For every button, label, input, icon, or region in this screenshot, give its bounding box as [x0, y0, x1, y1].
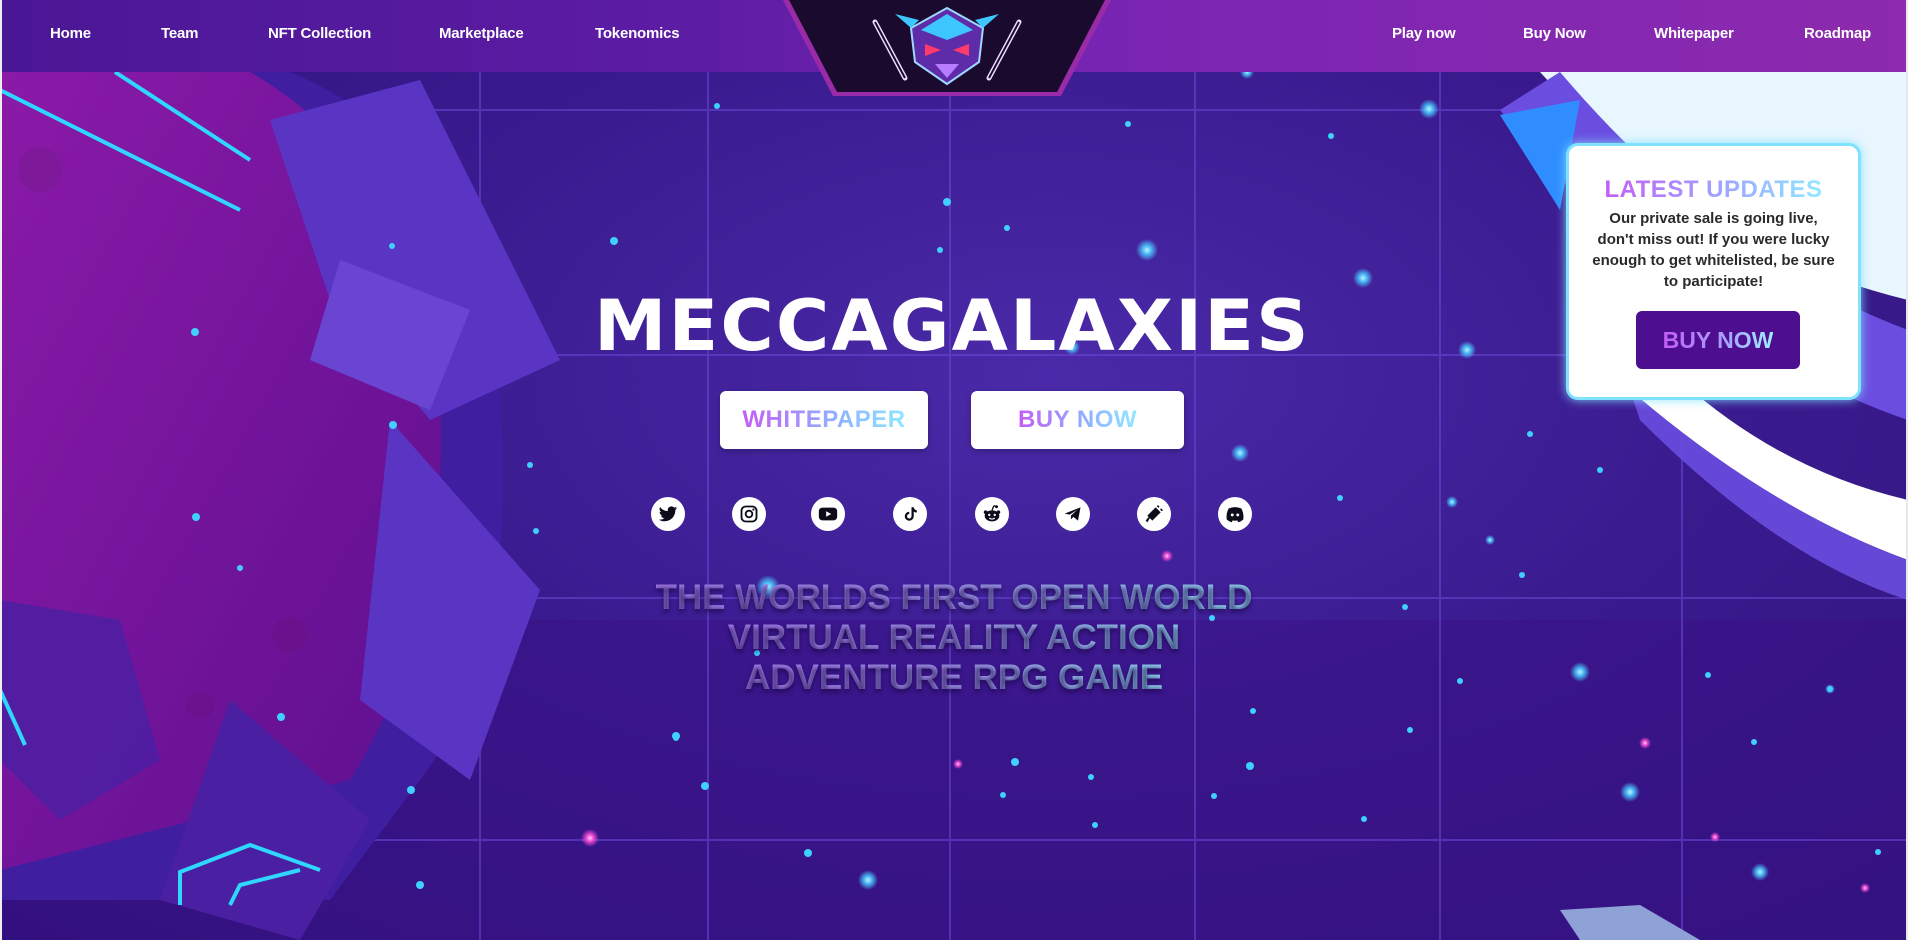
nav-play-now[interactable]: Play now	[1392, 0, 1456, 68]
telegram-icon[interactable]	[1056, 497, 1090, 531]
reddit-icon[interactable]	[975, 497, 1009, 531]
discord-icon[interactable]	[1218, 497, 1252, 531]
hero-tagline: THE WORLDS FIRST OPEN WORLD VIRTUAL REAL…	[600, 578, 1308, 698]
hero-title: MECCAGALAXIES	[594, 285, 1311, 367]
site-logo[interactable]	[783, 0, 1111, 96]
mecca-logo-icon	[783, 0, 1111, 96]
nav-whitepaper[interactable]: Whitepaper	[1654, 0, 1734, 68]
buy-now-button[interactable]: BUY NOW	[971, 391, 1184, 449]
buy-now-button-label: BUY NOW	[1017, 406, 1138, 433]
youtube-icon[interactable]	[811, 497, 845, 531]
latest-updates-card: LATEST UPDATES Our private sale is going…	[1566, 143, 1861, 400]
tagline-line-1: THE WORLDS FIRST OPEN WORLD	[655, 578, 1253, 617]
window-left-edge	[0, 0, 2, 940]
nav-tokenomics[interactable]: Tokenomics	[595, 0, 680, 68]
tagline-line-3: ADVENTURE RPG GAME	[744, 658, 1164, 697]
hero-background	[0, 0, 1908, 940]
nav-nft-collection[interactable]: NFT Collection	[268, 0, 371, 68]
nav-marketplace[interactable]: Marketplace	[439, 0, 524, 68]
nav-buy-now[interactable]: Buy Now	[1523, 0, 1586, 68]
nav-roadmap[interactable]: Roadmap	[1804, 0, 1871, 68]
whitepaper-button[interactable]: WHITEPAPER	[720, 391, 928, 449]
updates-title-text: LATEST UPDATES	[1604, 176, 1823, 203]
space-scene	[0, 65, 1908, 940]
tagline-line-2: VIRTUAL REALITY ACTION	[727, 618, 1181, 657]
tiktok-icon[interactable]	[893, 497, 927, 531]
updates-title: LATEST UPDATES	[1569, 176, 1858, 204]
instagram-icon[interactable]	[732, 497, 766, 531]
nav-team[interactable]: Team	[161, 0, 198, 68]
updates-buy-now-label: BUY NOW	[1662, 327, 1774, 353]
twitter-icon[interactable]	[651, 497, 685, 531]
updates-body: Our private sale is going live, don't mi…	[1592, 210, 1835, 290]
nav-home[interactable]: Home	[50, 0, 91, 68]
updates-buy-now-button[interactable]: BUY NOW	[1636, 311, 1800, 369]
whitepaper-button-label: WHITEPAPER	[742, 406, 906, 433]
megaphone-icon[interactable]	[1137, 497, 1171, 531]
